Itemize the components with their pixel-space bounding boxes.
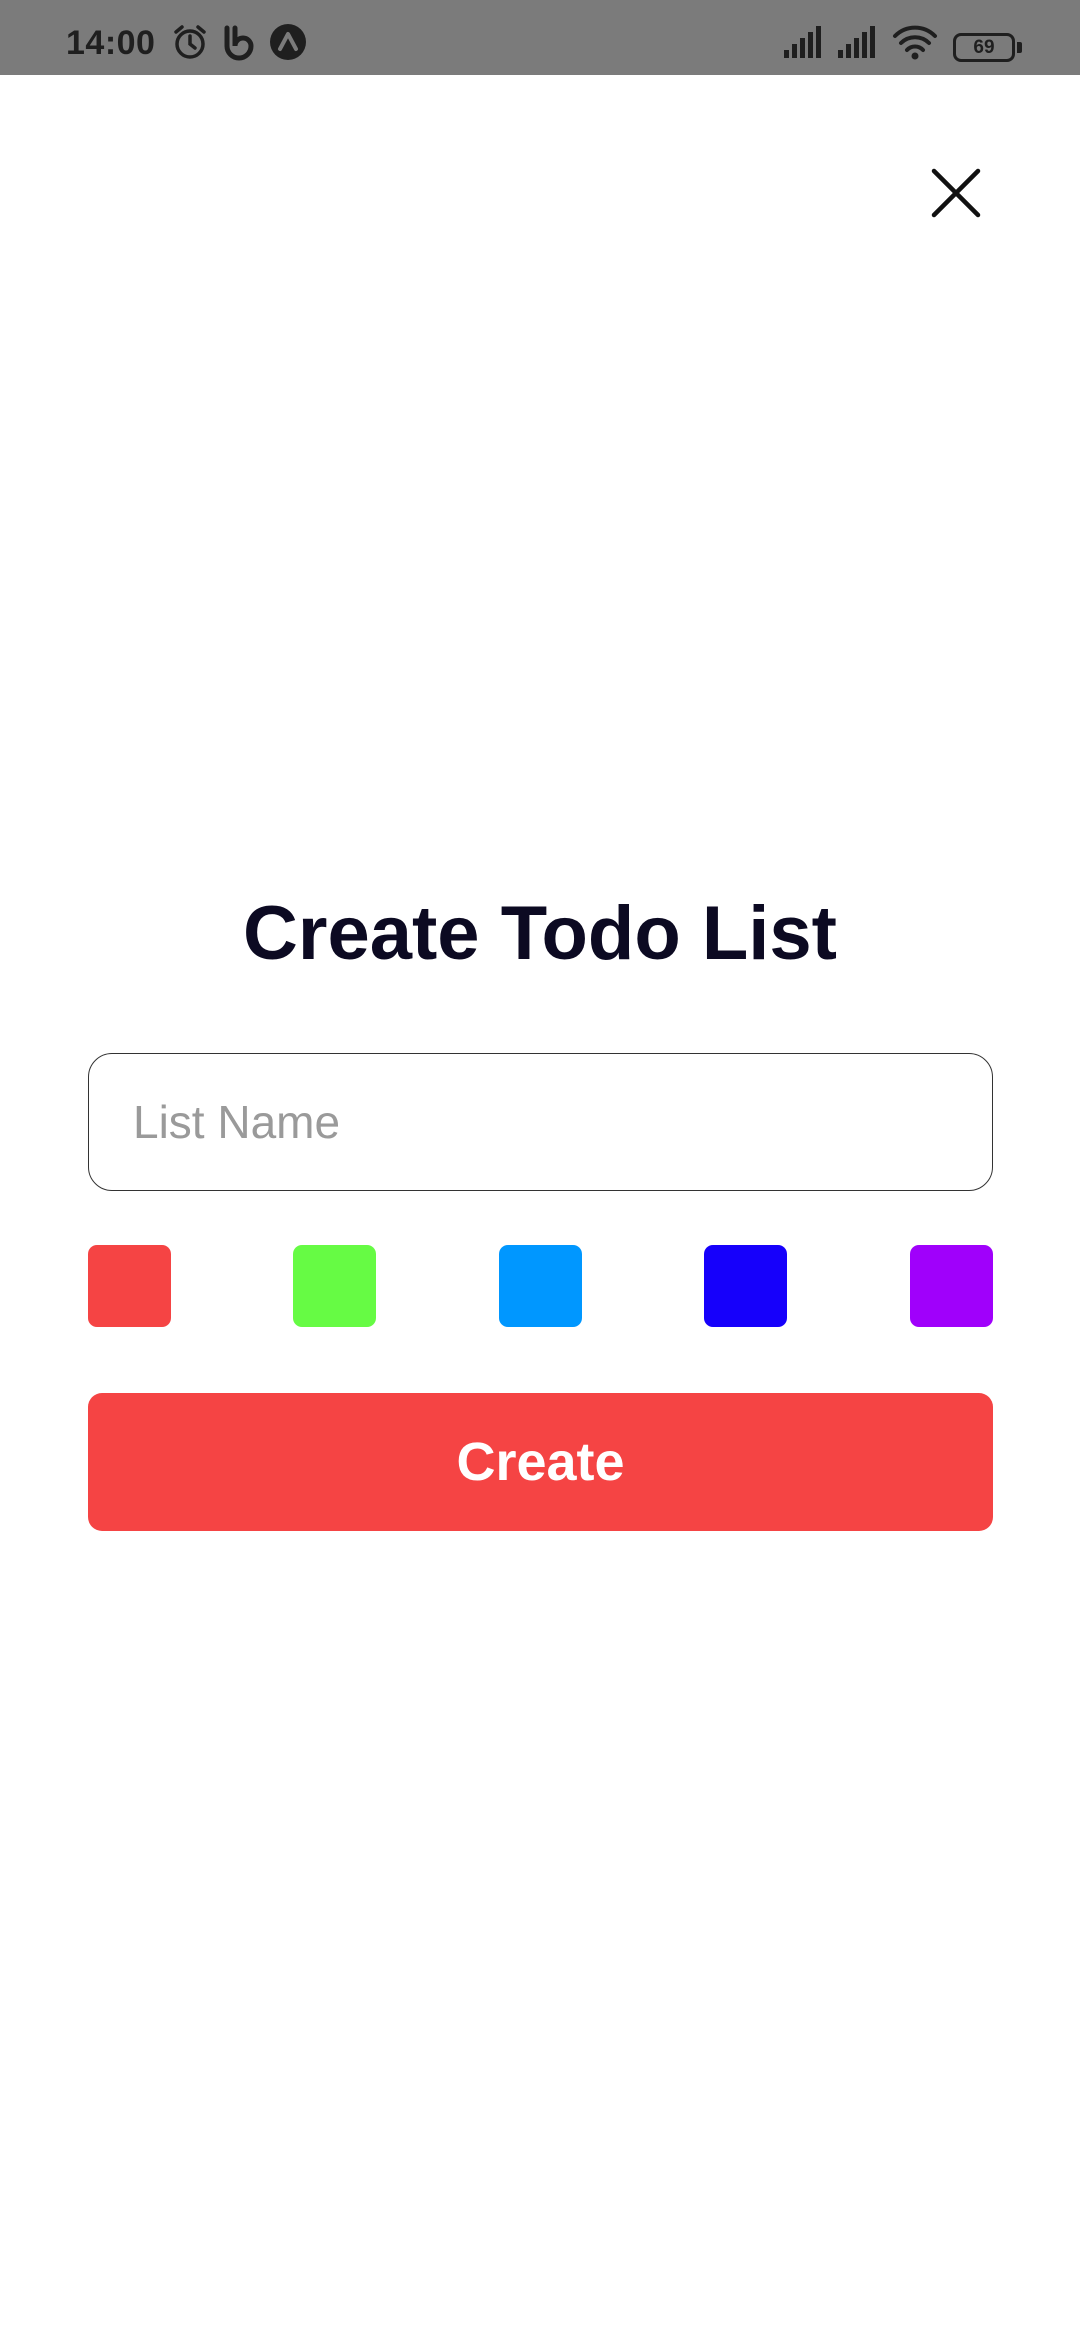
arrow-app-icon	[270, 24, 306, 60]
page-title: Create Todo List	[243, 891, 837, 976]
battery-icon: 69	[953, 33, 1015, 62]
color-swatch-blue[interactable]	[499, 1245, 582, 1327]
alarm-icon	[174, 25, 206, 59]
battery-tip	[1017, 42, 1022, 53]
create-button[interactable]: Create	[88, 1393, 993, 1531]
vine-app-icon	[224, 25, 254, 61]
status-bar: 14:00 69	[0, 0, 1080, 75]
list-name-input[interactable]	[88, 1053, 993, 1191]
color-swatch-green[interactable]	[293, 1245, 376, 1327]
wifi-icon	[893, 25, 937, 60]
color-swatch-purple[interactable]	[910, 1245, 993, 1327]
cellular-signal-icon	[838, 26, 875, 58]
status-time: 14:00	[66, 24, 156, 62]
close-icon[interactable]	[928, 165, 984, 221]
cellular-signal-icon	[784, 26, 821, 58]
color-swatch-dark-blue[interactable]	[704, 1245, 787, 1327]
color-swatch-red[interactable]	[88, 1245, 171, 1327]
